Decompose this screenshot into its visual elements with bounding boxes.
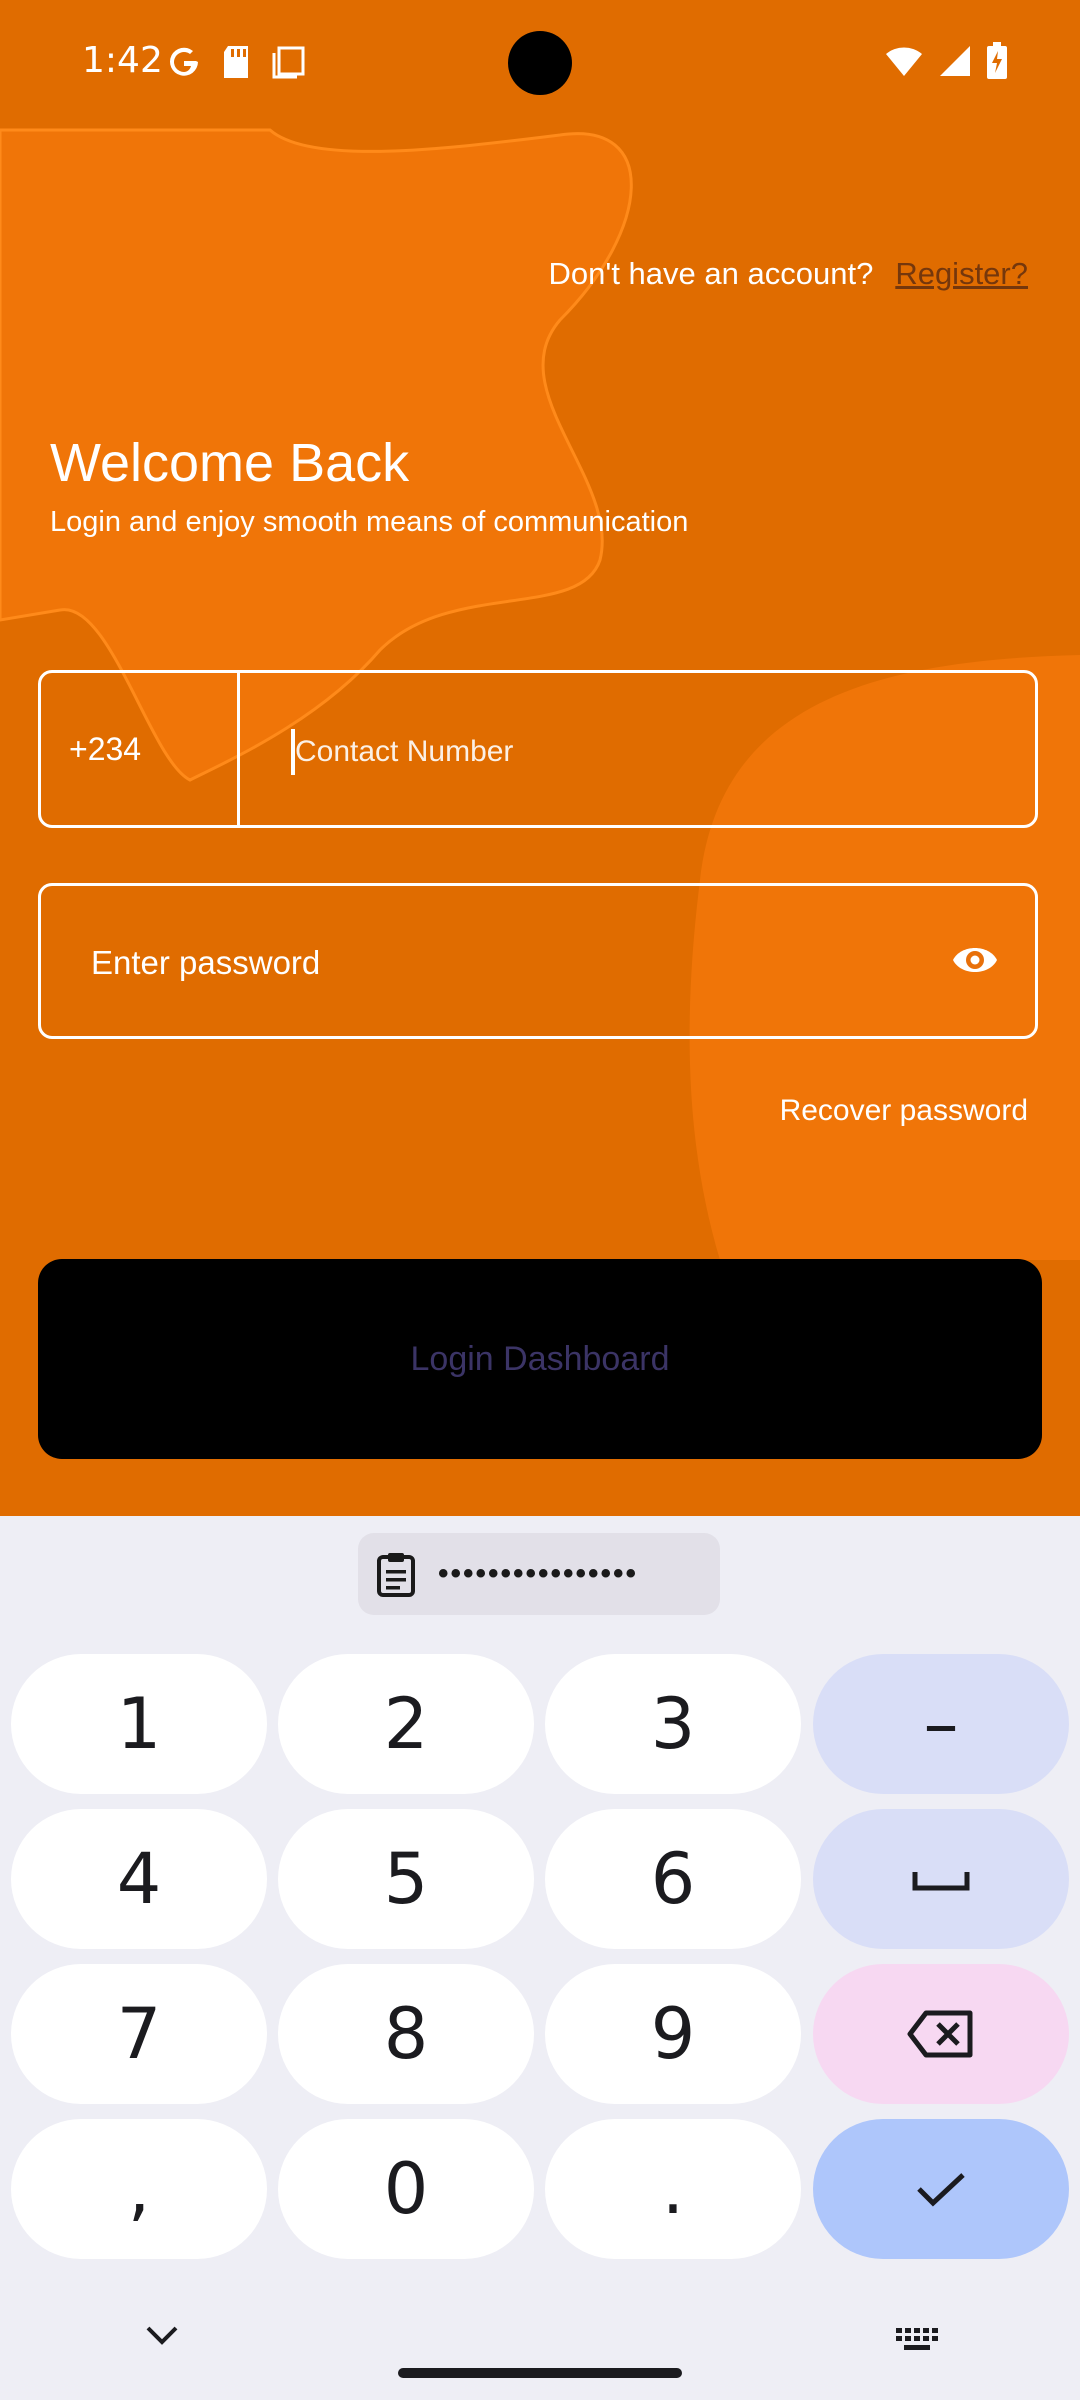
page-title: Welcome Back (50, 433, 410, 493)
key-5[interactable]: 5 (278, 1809, 534, 1949)
key-done[interactable] (813, 2119, 1069, 2259)
status-icons-left (166, 44, 306, 80)
no-account-text: Don't have an account? (548, 256, 874, 291)
key-backspace[interactable] (813, 1964, 1069, 2104)
key-9[interactable]: 9 (545, 1964, 801, 2104)
register-row: Don't have an account? Register? (549, 256, 1028, 292)
wifi-icon (886, 47, 922, 76)
numeric-keyboard: •••••••••••••••• 1 2 3 – 4 5 6 7 8 9 , 0… (0, 1516, 1080, 2400)
key-4[interactable]: 4 (11, 1809, 267, 1949)
contact-number-input[interactable]: Contact Number (295, 735, 513, 769)
register-link[interactable]: Register? (895, 256, 1028, 292)
clipboard-suggestion[interactable]: •••••••••••••••• (358, 1533, 720, 1615)
login-button[interactable]: Login Dashboard (38, 1259, 1042, 1459)
key-8[interactable]: 8 (278, 1964, 534, 2104)
clipboard-icon (377, 1553, 415, 1597)
phone-field[interactable]: +234 Contact Number (38, 670, 1038, 828)
field-divider (237, 673, 240, 825)
camera-cutout (508, 31, 572, 95)
clipboard-preview: •••••••••••••••• (438, 1557, 639, 1590)
login-screen: 1:42 Don't have an account? Register? We… (0, 0, 1080, 1516)
checkmark-icon (917, 2173, 965, 2207)
page-subtitle: Login and enjoy smooth means of communic… (50, 506, 689, 538)
recover-password-link[interactable]: Recover password (780, 1094, 1028, 1128)
key-comma[interactable]: , (11, 2119, 267, 2259)
password-input[interactable]: Enter password (91, 944, 320, 982)
key-6[interactable]: 6 (545, 1809, 801, 1949)
status-icons-right (884, 42, 1008, 80)
hide-keyboard-icon[interactable] (142, 2320, 182, 2348)
battery-charging-icon (987, 42, 1007, 79)
signal-icon (940, 46, 970, 76)
key-0[interactable]: 0 (278, 2119, 534, 2259)
navigation-handle[interactable] (398, 2368, 682, 2378)
status-time: 1:42 (82, 40, 163, 81)
key-space[interactable] (813, 1809, 1069, 1949)
key-2[interactable]: 2 (278, 1654, 534, 1794)
keyboard-switch-icon[interactable] (894, 2326, 940, 2352)
key-period[interactable]: . (545, 2119, 801, 2259)
screenshot-icon (272, 46, 305, 79)
show-password-icon[interactable] (951, 940, 999, 980)
status-bar: 1:42 (0, 0, 1080, 128)
key-7[interactable]: 7 (11, 1964, 267, 2104)
key-1[interactable]: 1 (11, 1654, 267, 1794)
country-code-selector[interactable]: +234 (69, 731, 141, 768)
space-icon (912, 1872, 970, 1891)
key-minus[interactable]: – (813, 1654, 1069, 1794)
backspace-icon (907, 2010, 973, 2058)
google-icon (170, 47, 198, 76)
sd-card-icon (224, 46, 248, 78)
key-3[interactable]: 3 (545, 1654, 801, 1794)
password-field[interactable]: Enter password (38, 883, 1038, 1039)
